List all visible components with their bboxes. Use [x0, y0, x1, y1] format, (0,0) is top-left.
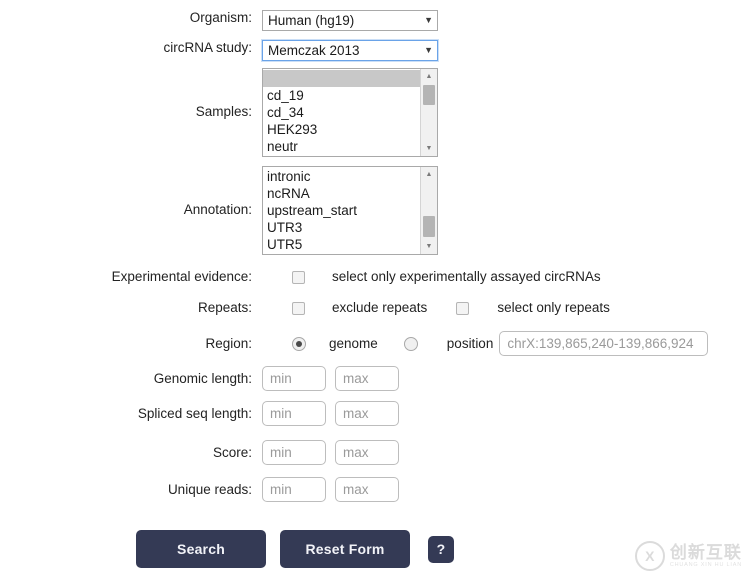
list-item[interactable]: upstream_start — [263, 202, 420, 219]
row-actions: Search Reset Form ? — [0, 530, 750, 568]
region-control: genome position — [262, 331, 709, 356]
score-control — [262, 440, 399, 465]
row-genomic-length: Genomic length: — [0, 366, 750, 391]
exclude-repeats-label[interactable]: exclude repeats — [332, 300, 427, 316]
reset-form-button[interactable]: Reset Form — [280, 530, 410, 568]
samples-label: Samples: — [195, 104, 252, 119]
samples-scrollbar[interactable]: ▲ ▼ — [420, 69, 437, 156]
organism-label: Organism: — [189, 10, 252, 25]
score-max-input[interactable] — [335, 440, 399, 465]
row-study: circRNA study: Memczak 2013 ▼ — [0, 40, 750, 61]
list-item[interactable]: UTR5 — [263, 236, 420, 253]
chevron-down-icon: ▼ — [424, 15, 433, 25]
scroll-down-icon[interactable]: ▼ — [421, 141, 437, 156]
only-repeats-label[interactable]: select only repeats — [497, 300, 610, 316]
scroll-up-icon[interactable]: ▲ — [421, 69, 437, 84]
score-min-input[interactable] — [262, 440, 326, 465]
list-item[interactable] — [263, 70, 420, 87]
list-item[interactable]: UTR3 — [263, 219, 420, 236]
only-repeats-checkbox[interactable] — [456, 301, 470, 315]
list-item[interactable]: neutr — [263, 138, 420, 155]
experimental-evidence-checkbox[interactable] — [292, 270, 305, 284]
chevron-down-icon: ▼ — [424, 45, 433, 55]
region-position-label[interactable]: position — [447, 336, 494, 352]
unique-reads-max-input[interactable] — [335, 477, 399, 502]
row-experimental-evidence: Experimental evidence: select only exper… — [0, 269, 750, 285]
region-position-radio[interactable] — [403, 336, 418, 351]
annotation-control: intronic ncRNA upstream_start UTR3 UTR5 … — [262, 166, 438, 255]
row-annotation: Annotation: intronic ncRNA upstream_star… — [0, 166, 750, 255]
row-unique-reads: Unique reads: — [0, 477, 750, 502]
genomic-length-label: Genomic length: — [153, 370, 252, 386]
row-spliced-seq-length: Spliced seq length: — [0, 401, 750, 426]
annotation-option-list: intronic ncRNA upstream_start UTR3 UTR5 — [263, 167, 420, 254]
exclude-repeats-checkbox[interactable] — [292, 301, 305, 315]
actions-group: Search Reset Form ? — [136, 530, 454, 568]
organism-control: Human (hg19) ▼ — [262, 10, 438, 31]
region-genome-label[interactable]: genome — [329, 336, 378, 352]
unique-reads-control — [262, 477, 399, 502]
spliced-seq-length-min-input[interactable] — [262, 401, 326, 426]
unique-reads-min-input[interactable] — [262, 477, 326, 502]
repeats-control: exclude repeats select only repeats — [262, 300, 610, 316]
annotation-listbox[interactable]: intronic ncRNA upstream_start UTR3 UTR5 … — [262, 166, 438, 255]
row-organism: Organism: Human (hg19) ▼ — [0, 10, 750, 31]
spliced-seq-length-control — [262, 401, 399, 426]
scrollbar-thumb[interactable] — [423, 85, 435, 105]
samples-option-list: cd_19 cd_34 HEK293 neutr — [263, 69, 420, 156]
scroll-up-icon[interactable]: ▲ — [421, 167, 437, 182]
region-genome-radio[interactable] — [292, 336, 306, 351]
row-region: Region: genome position — [0, 331, 750, 356]
list-item[interactable]: cd_34 — [263, 104, 420, 121]
circrna-search-form: Organism: Human (hg19) ▼ circRNA study: … — [0, 0, 750, 581]
experimental-evidence-control: select only experimentally assayed circR… — [262, 269, 601, 285]
study-select[interactable]: Memczak 2013 ▼ — [262, 40, 438, 61]
region-label: Region: — [205, 335, 252, 351]
list-item[interactable]: intronic — [263, 168, 420, 185]
samples-control: cd_19 cd_34 HEK293 neutr ▲ ▼ — [262, 68, 438, 157]
annotation-scrollbar[interactable]: ▲ ▼ — [420, 167, 437, 254]
search-button[interactable]: Search — [136, 530, 266, 568]
spliced-seq-length-max-input[interactable] — [335, 401, 399, 426]
study-label: circRNA study: — [163, 40, 252, 55]
help-button[interactable]: ? — [428, 535, 454, 563]
list-item[interactable]: ncRNA — [263, 185, 420, 202]
row-repeats: Repeats: exclude repeats select only rep… — [0, 300, 750, 316]
position-input[interactable] — [499, 331, 709, 356]
scrollbar-thumb[interactable] — [423, 216, 435, 237]
list-item[interactable]: HEK293 — [263, 121, 420, 138]
experimental-evidence-label: Experimental evidence: — [111, 269, 252, 284]
unique-reads-label: Unique reads: — [167, 481, 252, 497]
repeats-label: Repeats: — [197, 300, 252, 315]
annotation-label: Annotation: — [183, 202, 252, 217]
experimental-evidence-checkbox-label[interactable]: select only experimentally assayed circR… — [332, 269, 601, 285]
organism-select[interactable]: Human (hg19) ▼ — [262, 10, 438, 31]
study-control: Memczak 2013 ▼ — [262, 40, 438, 61]
spliced-seq-length-label: Spliced seq length: — [137, 405, 252, 421]
scroll-down-icon[interactable]: ▼ — [421, 239, 437, 254]
row-score: Score: — [0, 440, 750, 465]
organism-select-value: Human (hg19) — [268, 12, 355, 28]
score-label: Score: — [212, 444, 252, 460]
row-samples: Samples: cd_19 cd_34 HEK293 neutr ▲ ▼ — [0, 68, 750, 157]
genomic-length-max-input[interactable] — [335, 366, 399, 391]
list-item[interactable]: cd_19 — [263, 87, 420, 104]
genomic-length-min-input[interactable] — [262, 366, 326, 391]
samples-listbox[interactable]: cd_19 cd_34 HEK293 neutr ▲ ▼ — [262, 68, 438, 157]
genomic-length-control — [262, 366, 399, 391]
study-select-value: Memczak 2013 — [268, 42, 360, 58]
